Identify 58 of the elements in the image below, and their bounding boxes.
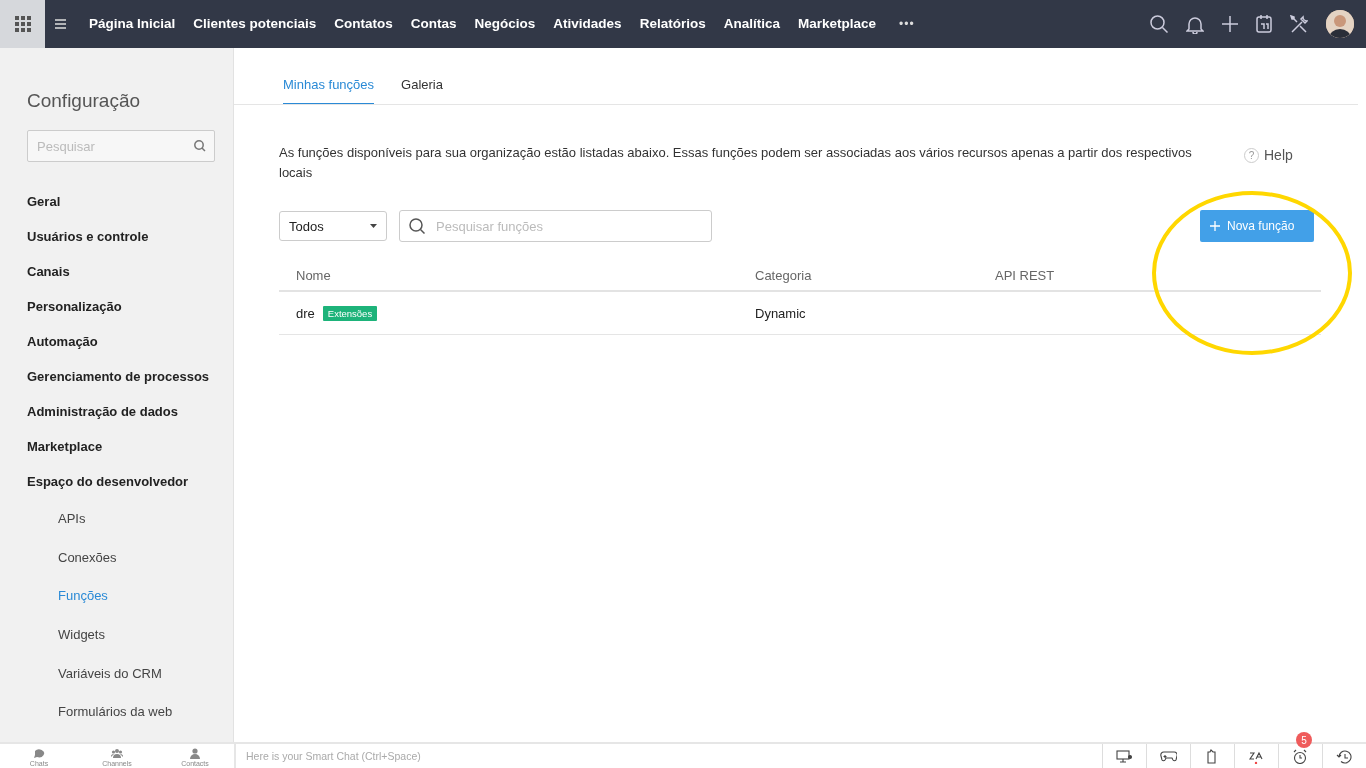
plus-icon xyxy=(1210,221,1220,231)
sidebar-item[interactable]: Automação xyxy=(27,332,98,367)
tools-icon[interactable] xyxy=(1290,15,1308,33)
sidebar-subitem[interactable]: Conexões xyxy=(58,547,117,587)
search-field[interactable]: Pesquisar funções xyxy=(399,210,712,242)
nav-link[interactable]: Atividades xyxy=(544,0,631,48)
tab[interactable]: Galeria xyxy=(401,77,443,104)
table-cell: Dynamic xyxy=(738,291,978,335)
sidebar-subitem[interactable]: Variáveis do CRM xyxy=(58,663,162,703)
help-link[interactable]: ? Help xyxy=(1244,145,1293,165)
sidebar-subitem[interactable]: APIs xyxy=(58,509,86,548)
notification-badge: 5 xyxy=(1296,732,1312,748)
people-icon xyxy=(111,748,123,759)
sidebar-subitem[interactable]: Formulários da web xyxy=(58,702,173,742)
apps-grid-icon[interactable] xyxy=(14,16,31,32)
nav-link[interactable]: Relatórios xyxy=(630,0,715,48)
nav-link[interactable]: Marketplace xyxy=(788,0,885,48)
screen-user-icon[interactable] xyxy=(1116,748,1133,764)
function-name[interactable]: dre xyxy=(296,305,315,321)
avatar[interactable] xyxy=(1326,10,1354,38)
person-icon xyxy=(189,748,201,759)
sidebar-item[interactable]: Gerenciamento de processos xyxy=(27,367,210,402)
sidebar-item[interactable]: Espaço do desenvolvedor xyxy=(27,472,189,507)
menu-icon[interactable] xyxy=(55,19,66,29)
tag: Extensões xyxy=(322,305,378,321)
search-icon[interactable] xyxy=(1150,15,1168,33)
search-field[interactable]: Pesquisar xyxy=(27,130,215,162)
settings-title: Configuração xyxy=(27,90,142,112)
sidebar-item[interactable]: Personalização xyxy=(27,297,122,332)
column-header: Categoria xyxy=(738,260,978,291)
nav-link[interactable]: Clientes potenciais xyxy=(184,0,326,48)
plus-icon[interactable] xyxy=(1222,16,1238,32)
nav-link[interactable]: Contatos xyxy=(325,0,402,48)
caret-icon xyxy=(370,224,377,228)
sidebar-subitem[interactable]: Widgets xyxy=(58,625,105,664)
category-dropdown[interactable]: Todos xyxy=(279,211,387,241)
sidebar-item[interactable]: Usuários e controle xyxy=(27,227,149,262)
calendar-icon[interactable] xyxy=(1256,15,1272,33)
sidebar-item[interactable]: Administração de dados xyxy=(27,402,178,437)
more-button[interactable]: ••• xyxy=(885,17,929,31)
search-icon xyxy=(409,218,425,234)
sidebar-item[interactable]: Geral xyxy=(27,192,61,227)
chat-bubble-icon xyxy=(33,748,45,759)
bell-icon[interactable] xyxy=(1186,14,1204,34)
search-icon xyxy=(194,140,206,152)
column-header: Nome xyxy=(279,260,738,291)
description-text: As funções disponíveis para sua organização estão listadas abaixo. Essas funções podem ser associadas aos vários recursos apenas a partir dos respectivos locais xyxy=(279,144,1193,182)
nav-link[interactable]: Contas xyxy=(401,0,466,48)
column-header: API REST xyxy=(978,260,1321,291)
sidebar-item[interactable]: Canais xyxy=(27,262,70,297)
nav-link[interactable]: Negócios xyxy=(465,0,545,48)
history-icon[interactable] xyxy=(1336,748,1353,764)
alarm-clock-icon[interactable] xyxy=(1292,748,1309,764)
gamepad-icon[interactable] xyxy=(1160,748,1177,764)
tab[interactable]: Minhas funções xyxy=(283,77,375,104)
nav-link[interactable]: Analítica xyxy=(714,0,789,48)
nav-link[interactable]: Página Inicial xyxy=(80,0,185,48)
sidebar-item[interactable]: Marketplace xyxy=(27,437,103,472)
